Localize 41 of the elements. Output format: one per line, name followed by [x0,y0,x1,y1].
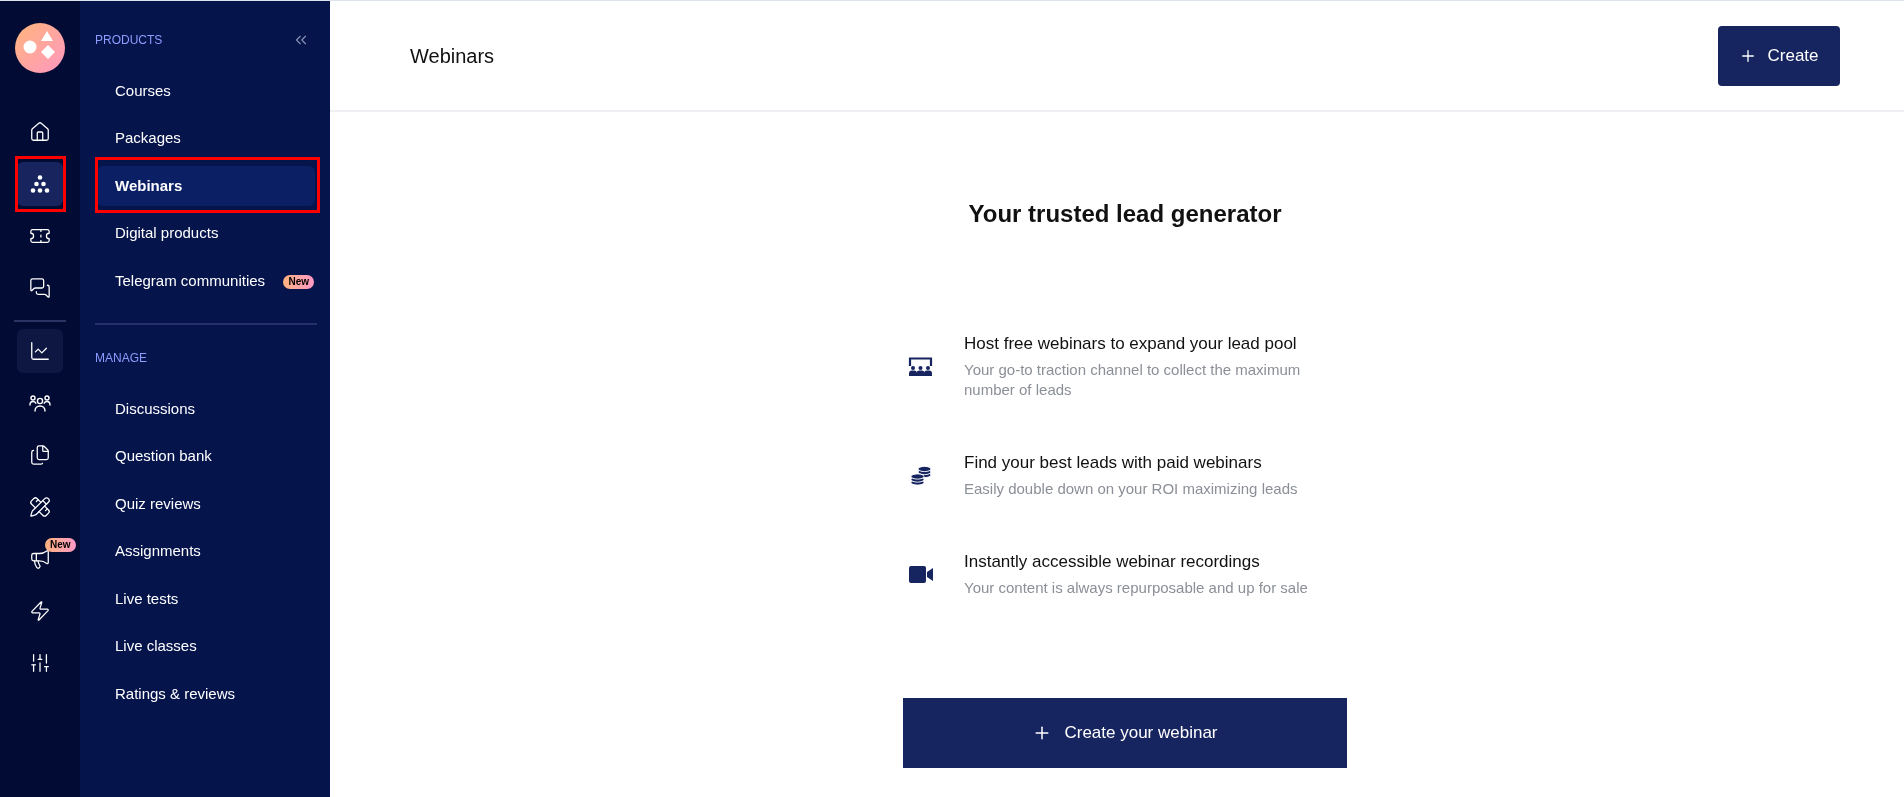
new-badge: New [45,538,76,552]
create-button[interactable]: Create [1718,25,1840,86]
pencil-ruler-icon [29,496,51,518]
create-webinar-button[interactable]: Create your webinar [903,698,1347,768]
pages-icon [29,444,51,466]
line-chart-icon [29,340,51,362]
feature-description: Your go-to traction channel to collect the maximum number of leads [964,360,1302,400]
nav-item[interactable]: Digital products [97,213,315,254]
nav-item[interactable]: Courses [97,71,315,111]
nav-item[interactable]: Ratings & reviews [97,674,315,714]
people-icon [29,394,51,412]
feature-title: Instantly accessible webinar recordings [964,551,1261,573]
video-camera-icon [908,566,933,583]
feature-description: Easily double down on your ROI maximizing leads [964,479,1298,499]
megaphone-icon [29,548,51,570]
lightning-icon [29,600,51,622]
brand-logo [15,23,65,73]
feature-title: Find your best leads with paid webinars [964,452,1263,474]
nav-item[interactable]: Quiz reviews [97,484,315,524]
page-title: Webinars [410,43,495,69]
new-badge: New [283,275,314,289]
nav-item[interactable]: Discussions [97,389,315,429]
dots-pyramid-icon [30,175,50,193]
house-icon [29,121,51,143]
chat-bubbles-icon [29,277,51,299]
nav-item[interactable]: Webinars [97,166,315,206]
coins-icon [909,465,932,486]
section-heading: MANAGE [95,350,147,367]
nav-item[interactable]: Question bank [97,436,315,477]
rail-nav-button[interactable] [17,329,63,373]
nav-item[interactable]: Assignments [97,531,315,572]
nav-item[interactable]: Packages [97,118,315,159]
feature-title: Host free webinars to expand your lead pool [964,333,1298,355]
rail-nav-button[interactable] [17,162,63,206]
sliders-icon [29,652,51,674]
section-heading: PRODUCTS [95,32,163,49]
nav-item[interactable]: Live tests [97,579,315,619]
nav-item[interactable]: Live classes [97,626,315,667]
audience-screen-icon [908,356,933,377]
feature-description: Your content is always repurposable and up for sale [964,578,1308,598]
section-heading: Your trusted lead generator [968,199,1282,229]
